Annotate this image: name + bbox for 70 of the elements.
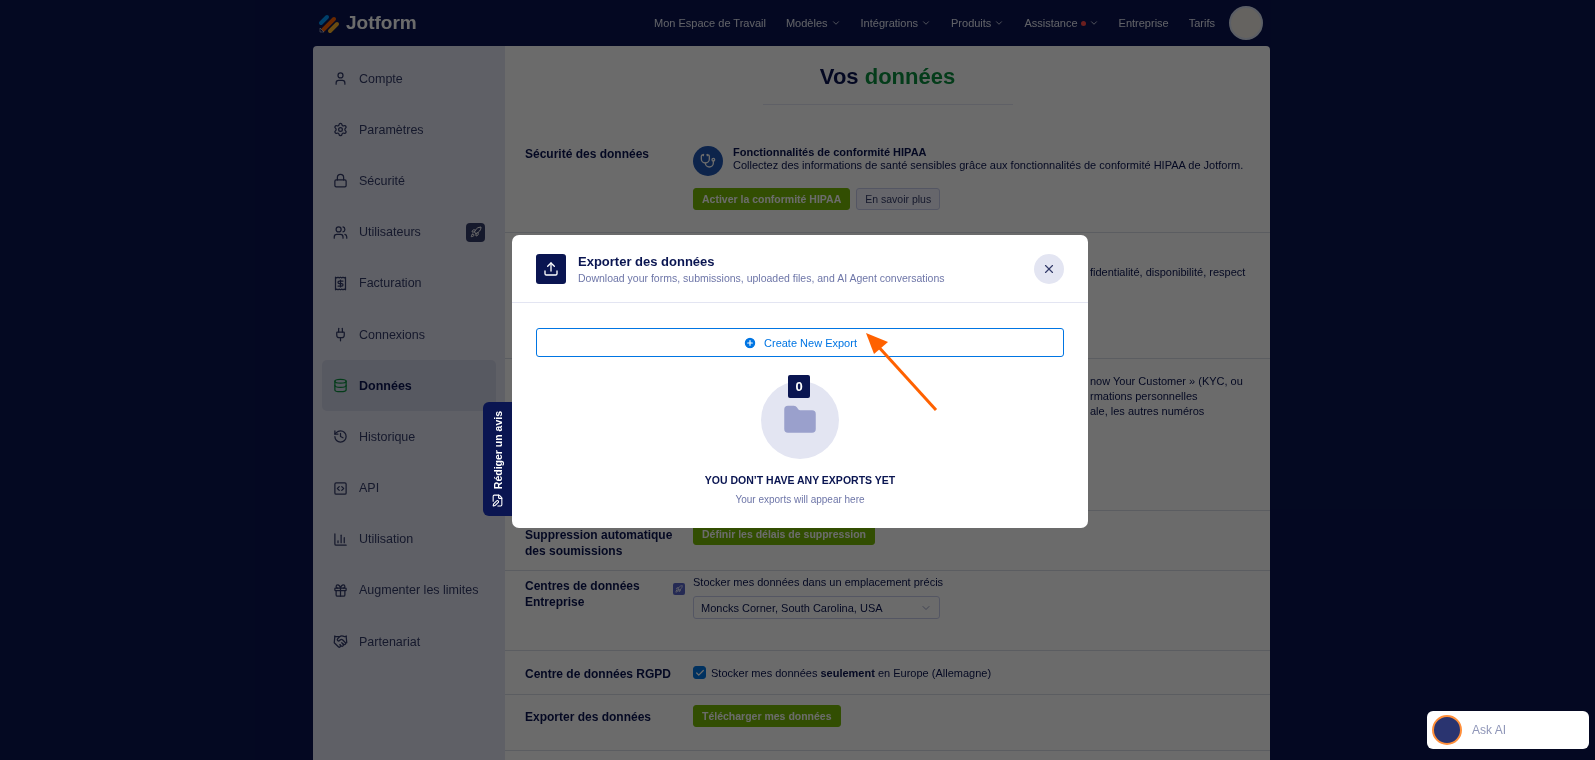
ai-avatar — [1432, 715, 1462, 745]
location-select[interactable]: Moncks Corner, South Carolina, USA — [693, 596, 940, 619]
close-button[interactable] — [1034, 253, 1064, 284]
bar-chart-icon — [333, 531, 348, 547]
section-label: Centre de données RGPD — [525, 666, 673, 683]
plus-icon — [743, 335, 758, 350]
checkbox-label: Stocker mes données seulement en Europe (Allemagne) — [711, 666, 992, 679]
plug-icon — [333, 327, 348, 343]
nav-link[interactable]: Mon Espace de Travail — [654, 17, 766, 29]
code-icon — [333, 480, 348, 496]
dialog-title: Exporter des données — [578, 253, 716, 269]
sidebar-item[interactable]: Paramètres — [322, 104, 496, 156]
nav-link[interactable]: Intégrations — [860, 17, 931, 29]
database-icon — [333, 378, 348, 394]
sidebar-item[interactable]: Compte — [322, 53, 496, 105]
empty-text: Your exports will appear here — [735, 494, 865, 505]
section-label: Sécurité des données — [525, 146, 651, 163]
ask-ai-button[interactable]: Ask AI — [1427, 711, 1589, 749]
action-button[interactable]: Télécharger mes données — [693, 705, 841, 727]
sidebar-item[interactable]: Données — [322, 360, 496, 412]
feature-heading: Fonctionnalités de conformité HIPAA — [733, 146, 928, 158]
stethoscope-icon — [693, 146, 723, 176]
section-label: Exporter des données — [525, 709, 653, 726]
feature-description: Collectez des informations de santé sensibles grâce aux fonctionnalités de conformité HIPAA de Jotform. — [733, 158, 1244, 172]
handshake-icon — [333, 634, 348, 650]
nav-link[interactable]: Tarifs — [1188, 17, 1215, 29]
sidebar-item[interactable]: Augmenter les limites — [322, 564, 496, 617]
users-icon — [333, 224, 348, 240]
sidebar-item[interactable]: Connexions — [322, 308, 496, 361]
history-icon — [333, 429, 348, 445]
section-label: Centres de données Entreprise — [525, 578, 641, 611]
feedback-tab[interactable]: Rédiger un avis — [483, 402, 512, 516]
section-text: now Your Customer » (KYC, ou — [1090, 374, 1243, 389]
field-caption: Stocker mes données dans un emplacement précis — [693, 576, 945, 588]
checkbox[interactable] — [693, 666, 706, 679]
page-title: Vos données — [818, 64, 957, 90]
action-button[interactable]: Activer la conformité HIPAA — [693, 188, 851, 210]
user-avatar[interactable] — [1229, 6, 1263, 40]
create-export-button[interactable]: Create New Export — [536, 328, 1064, 357]
chevron-down-icon — [1088, 18, 1099, 28]
section-text: ale, les autres numéros — [1090, 404, 1206, 419]
nav-link[interactable]: Assistance — [1024, 17, 1099, 29]
logo-icon — [318, 12, 340, 34]
nav-link[interactable]: Produits — [951, 17, 1005, 29]
chevron-down-icon — [921, 18, 931, 28]
chevron-down-icon — [830, 18, 841, 28]
export-count: 0 — [788, 375, 810, 398]
logo-text[interactable]: Jotform — [346, 12, 417, 34]
dialog-subtitle: Download your forms, submissions, uploaded files, and AI Agent conversations — [578, 271, 946, 284]
user-icon — [333, 71, 348, 87]
gift-icon — [333, 582, 348, 598]
receipt-icon — [333, 275, 348, 291]
notification-dot — [1080, 20, 1086, 26]
lock-icon — [333, 173, 348, 189]
chevron-down-icon — [994, 18, 1005, 28]
sidebar-item[interactable]: Partenariat — [322, 616, 496, 668]
sidebar-item[interactable]: Utilisation — [322, 513, 496, 565]
pen-icon — [491, 494, 504, 508]
action-button[interactable]: En savoir plus — [856, 188, 941, 210]
nav-link[interactable]: Modèles — [785, 17, 841, 29]
section-label: Suppression automatique des soumissions — [525, 527, 673, 560]
upload-icon — [536, 253, 566, 284]
section-text: rmations personnelles — [1090, 389, 1199, 404]
section-text: fidentialité, disponibilité, respect — [1090, 265, 1246, 280]
sidebar-item[interactable]: Facturation — [322, 257, 496, 309]
settings-icon — [333, 122, 348, 138]
sidebar-item[interactable]: Utilisateurs — [322, 206, 496, 258]
empty-title: YOU DON’T HAVE ANY EXPORTS YET — [704, 474, 896, 486]
sidebar-item[interactable]: Sécurité — [322, 155, 496, 207]
nav-link[interactable]: Entreprise — [1118, 17, 1169, 29]
